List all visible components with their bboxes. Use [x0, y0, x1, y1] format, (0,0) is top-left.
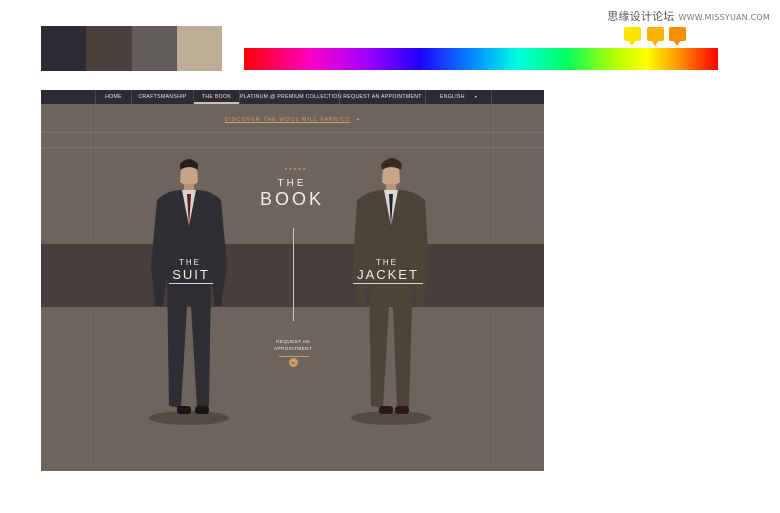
- swatch-beige: [176, 26, 222, 71]
- color-palette: [41, 26, 222, 71]
- request-line-1: REQUEST AN: [276, 340, 310, 345]
- watermark-site-name: 思缘设计论坛: [607, 10, 675, 23]
- swatch-taupe-gray: [131, 26, 177, 71]
- nav-request-appointment[interactable]: REQUEST AN APPOINTMENT: [339, 90, 425, 104]
- color-spectrum-bar: [244, 48, 718, 70]
- nav-end-divider: [491, 90, 492, 104]
- watermark: 思缘设计论坛 WWW.MISSYUAN.COM: [607, 8, 770, 24]
- request-line-2: APPOINTMENT: [274, 347, 312, 352]
- nav-craftsmanship[interactable]: CRAFTSMANSHIP: [131, 90, 193, 104]
- nav-home[interactable]: HOME: [95, 90, 131, 104]
- watermark-url: WWW.MISSYUAN.COM: [678, 13, 770, 22]
- book-title-the: THE: [277, 178, 307, 189]
- request-underline: [279, 356, 309, 357]
- marker-yellow-icon: [624, 27, 641, 46]
- rating-stars: ★★★★★: [284, 166, 307, 171]
- jacket-label-the: THE: [376, 258, 398, 267]
- center-divider: [293, 228, 294, 321]
- jacket-label[interactable]: JACKET: [353, 267, 423, 284]
- suit-model-image[interactable]: [137, 156, 241, 426]
- request-arrow-button[interactable]: ▸: [289, 358, 298, 367]
- language-label: ENGLISH: [439, 94, 465, 100]
- discover-label: DISCOVER THE WOOL MILL FABRICS: [224, 117, 351, 123]
- nav-platinum-collection[interactable]: PLATINUM @ PREMIUM COLLECTION: [239, 90, 341, 104]
- book-title: BOOK: [259, 189, 324, 209]
- plus-icon: +: [356, 117, 361, 123]
- marker-orange-icon: [669, 27, 686, 46]
- swatch-dark-brown: [86, 26, 132, 71]
- suit-label[interactable]: SUIT: [169, 267, 213, 284]
- marker-amber-icon: [647, 27, 664, 46]
- discover-link[interactable]: DISCOVER THE WOOL MILL FABRICS +: [41, 117, 544, 123]
- divider-line: [41, 147, 544, 148]
- nav-language-select[interactable]: ENGLISH ▾: [425, 90, 491, 104]
- divider-line: [41, 132, 544, 133]
- website-preview: HOME CRAFTSMANSHIP THE BOOK PLATINUM @ P…: [41, 90, 544, 471]
- jacket-model-image[interactable]: [339, 156, 443, 426]
- top-navigation: HOME CRAFTSMANSHIP THE BOOK PLATINUM @ P…: [41, 90, 544, 104]
- swatch-dark-navy: [41, 26, 87, 71]
- chevron-down-icon: ▾: [474, 94, 478, 99]
- request-appointment-link[interactable]: REQUEST AN APPOINTMENT: [271, 339, 315, 353]
- suit-label-the: THE: [179, 258, 201, 267]
- nav-the-book[interactable]: THE BOOK: [193, 90, 239, 104]
